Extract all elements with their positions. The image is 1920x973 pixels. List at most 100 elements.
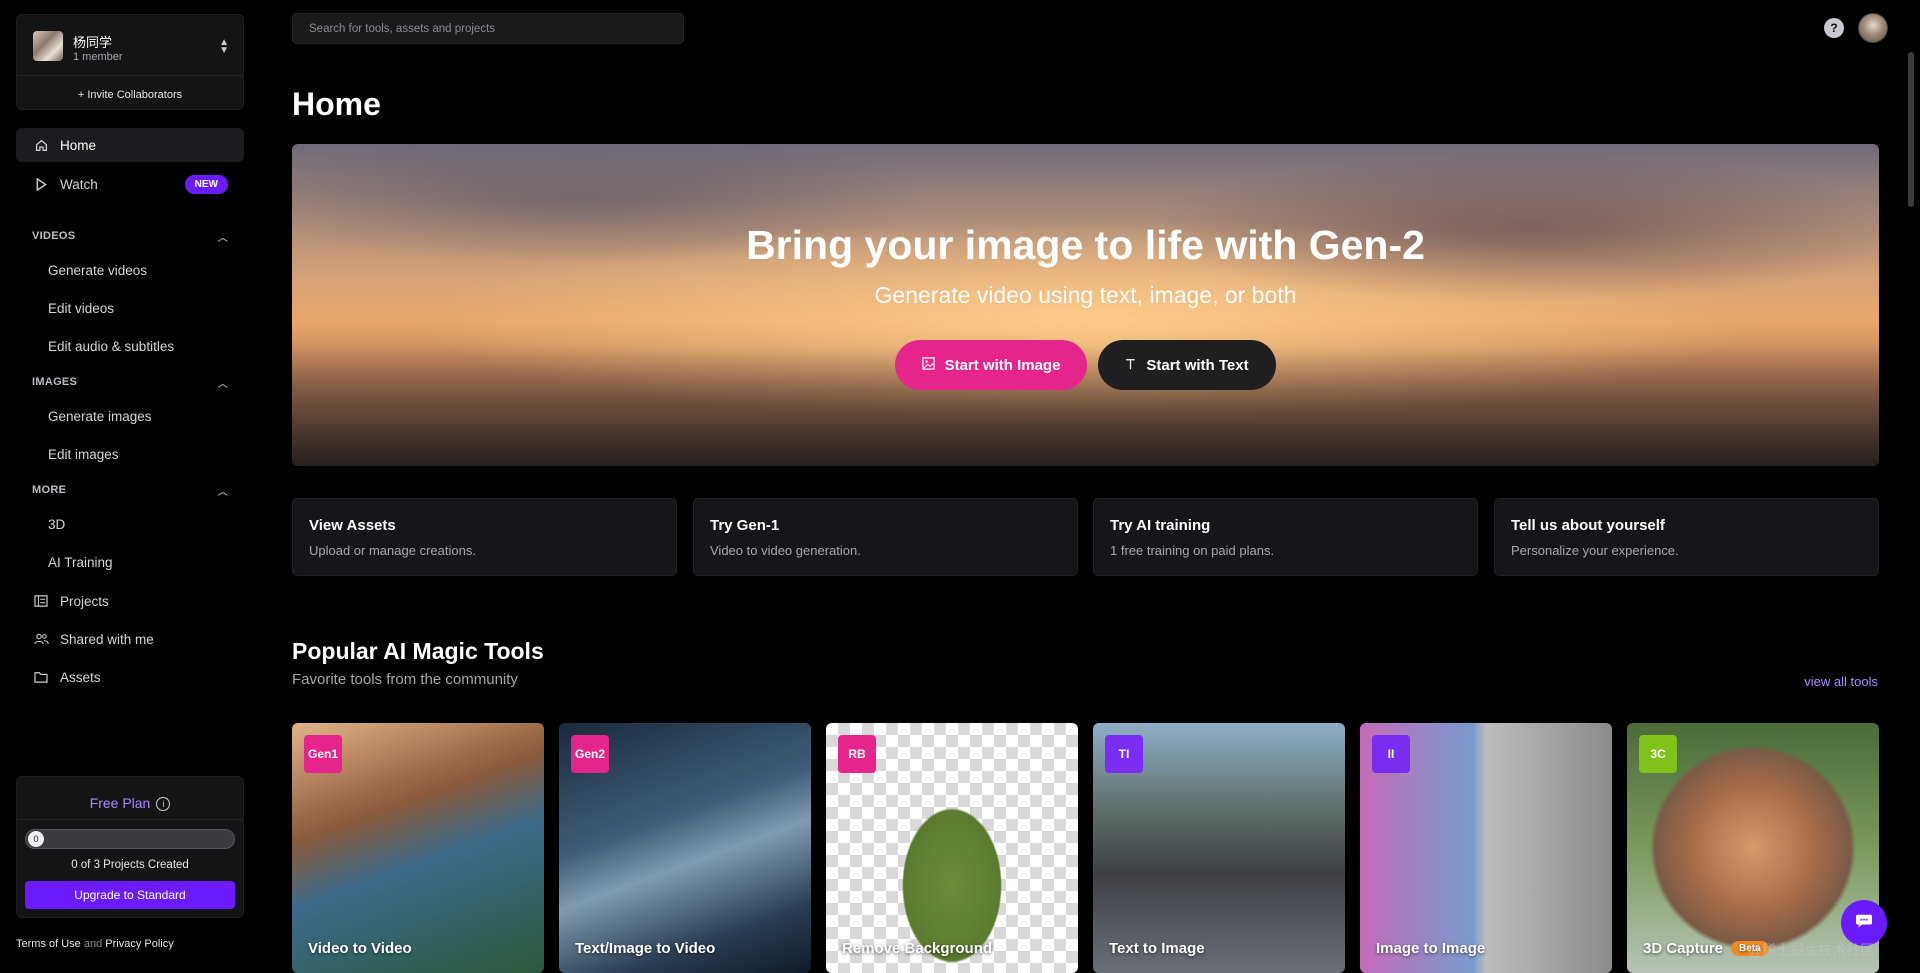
tool-name-label: 3D Capture xyxy=(1643,940,1724,957)
tool-tag: Gen1 xyxy=(304,735,342,773)
nav-projects[interactable]: Projects xyxy=(16,584,244,618)
chevron-up-icon[interactable]: ︿ xyxy=(218,483,228,498)
projects-icon xyxy=(32,595,50,607)
projects-progress-bar: 0 xyxy=(25,829,235,849)
nav-edit-videos[interactable]: Edit videos xyxy=(48,301,114,316)
play-icon xyxy=(32,177,50,191)
card-try-gen1[interactable]: Try Gen-1 Video to video generation. xyxy=(693,498,1078,576)
nav-projects-label: Projects xyxy=(60,593,109,609)
card-title: Try AI training xyxy=(1110,517,1211,534)
team-member-count: 1 member xyxy=(73,51,123,63)
hero-subtitle: Generate video using text, image, or bot… xyxy=(874,282,1297,308)
page-title: Home xyxy=(292,86,381,122)
nav-ai-training[interactable]: AI Training xyxy=(48,555,113,570)
tool-name: Text to Image xyxy=(1109,940,1205,957)
card-title: Try Gen-1 xyxy=(710,517,780,534)
card-view-assets[interactable]: View Assets Upload or manage creations. xyxy=(292,498,677,576)
nav-assets[interactable]: Assets xyxy=(16,660,244,694)
image-icon xyxy=(921,357,935,373)
scrollbar[interactable] xyxy=(1908,52,1914,207)
tool-name: Text/Image to Video xyxy=(575,940,716,957)
privacy-link[interactable]: Privacy Policy xyxy=(105,938,173,950)
section-videos-label: VIDEOS xyxy=(32,230,76,242)
start-with-text-label: Start with Text xyxy=(1146,356,1249,374)
section-images-label: IMAGES xyxy=(32,376,78,388)
section-images-header[interactable]: IMAGES ︿ xyxy=(32,375,228,390)
divider xyxy=(17,819,243,820)
tool-card-remove-background[interactable]: RB Remove Background xyxy=(826,723,1078,973)
card-title: Tell us about yourself xyxy=(1511,517,1665,534)
team-name: 杨同学 xyxy=(73,35,113,50)
card-tell-us-about-yourself[interactable]: Tell us about yourself Personalize your … xyxy=(1494,498,1879,576)
nav-shared-with-me[interactable]: Shared with me xyxy=(16,622,244,656)
footer-links: Terms of Use and Privacy Policy xyxy=(16,938,174,950)
tool-name: Remove Background xyxy=(842,940,993,957)
info-icon[interactable]: i xyxy=(156,797,171,811)
hero-banner: Bring your image to life with Gen-2 Gene… xyxy=(292,144,1879,466)
avatar[interactable] xyxy=(1858,13,1888,43)
users-icon xyxy=(32,633,50,645)
tool-tag: Gen2 xyxy=(571,735,609,773)
tool-name: Video to Video xyxy=(308,940,412,957)
tools-section-subtitle: Favorite tools from the community xyxy=(292,671,518,688)
section-more-header[interactable]: MORE ︿ xyxy=(32,483,228,498)
tool-card-3d-capture[interactable]: 3C 3D Capture Beta xyxy=(1627,723,1879,973)
tool-card-video-to-video[interactable]: Gen1 Video to Video xyxy=(292,723,544,973)
team-switcher[interactable]: 杨同学 1 member ▲ ▼ + Invite Collaborators xyxy=(16,14,244,110)
plan-card: Free Plan i 0 0 of 3 Projects Created Upg… xyxy=(16,776,244,918)
new-badge: NEW xyxy=(184,175,228,194)
watermark: @稀土掘金技术社区 xyxy=(1748,942,1875,958)
tool-tag: TI xyxy=(1105,735,1143,773)
nav-watch-label: Watch xyxy=(60,176,98,192)
view-all-tools-link[interactable]: view all tools xyxy=(1804,674,1878,689)
tool-name: Image to Image xyxy=(1376,940,1486,957)
upgrade-button[interactable]: Upgrade to Standard xyxy=(25,881,235,909)
nav-assets-label: Assets xyxy=(60,669,101,685)
start-with-image-button[interactable]: Start with Image xyxy=(895,340,1087,390)
start-with-text-button[interactable]: Start with Text xyxy=(1098,340,1276,390)
hero-title: Bring your image to life with Gen-2 xyxy=(746,222,1425,268)
card-title: View Assets xyxy=(309,517,396,534)
chevron-updown-icon[interactable]: ▲ ▼ xyxy=(219,38,229,56)
text-icon xyxy=(1125,358,1136,373)
home-icon xyxy=(32,139,50,152)
tool-card-image-to-image[interactable]: II Image to Image xyxy=(1360,723,1612,973)
section-videos-header[interactable]: VIDEOS ︿ xyxy=(32,229,228,244)
tool-card-text-to-image[interactable]: TI Text to Image xyxy=(1093,723,1345,973)
card-description: 1 free training on paid plans. xyxy=(1110,543,1275,558)
nav-edit-audio-subtitles[interactable]: Edit audio & subtitles xyxy=(48,339,174,354)
plan-title-label: Free Plan xyxy=(89,795,151,811)
help-icon[interactable]: ? xyxy=(1824,18,1844,38)
terms-link[interactable]: Terms of Use xyxy=(16,938,81,950)
chat-icon xyxy=(1855,913,1873,934)
tool-tag: RB xyxy=(838,735,876,773)
tool-tag: II xyxy=(1372,735,1410,773)
tool-card-text-image-to-video[interactable]: Gen2 Text/Image to Video xyxy=(559,723,811,973)
projects-count: 0 of 3 Projects Created xyxy=(71,859,189,871)
start-with-image-label: Start with Image xyxy=(944,356,1061,374)
team-avatar xyxy=(33,31,63,61)
nav-home-label: Home xyxy=(60,137,97,153)
progress-knob: 0 xyxy=(28,831,44,847)
plan-title: Free Plan i xyxy=(17,795,243,811)
nav-watch[interactable]: Watch NEW xyxy=(16,167,244,201)
divider xyxy=(17,75,243,76)
card-description: Personalize your experience. xyxy=(1511,543,1679,558)
chevron-up-icon[interactable]: ︿ xyxy=(218,375,228,390)
search-input[interactable]: Search for tools, assets and projects xyxy=(292,13,684,44)
tool-tag: 3C xyxy=(1639,735,1677,773)
nav-3d[interactable]: 3D xyxy=(48,517,65,532)
nav-generate-images[interactable]: Generate images xyxy=(48,409,152,424)
card-description: Video to video generation. xyxy=(710,543,861,558)
nav-generate-videos[interactable]: Generate videos xyxy=(48,263,147,278)
card-description: Upload or manage creations. xyxy=(309,543,476,558)
invite-collaborators-button[interactable]: + Invite Collaborators xyxy=(17,89,243,101)
nav-shared-label: Shared with me xyxy=(60,631,154,647)
sidebar: 杨同学 1 member ▲ ▼ + Invite Collaborators H… xyxy=(0,0,260,969)
card-try-ai-training[interactable]: Try AI training 1 free training on paid … xyxy=(1093,498,1478,576)
chevron-up-icon[interactable]: ︿ xyxy=(218,229,228,244)
folder-icon xyxy=(32,671,50,683)
section-more-label: MORE xyxy=(32,484,67,496)
nav-edit-images[interactable]: Edit images xyxy=(48,447,119,462)
nav-home[interactable]: Home xyxy=(16,128,244,162)
